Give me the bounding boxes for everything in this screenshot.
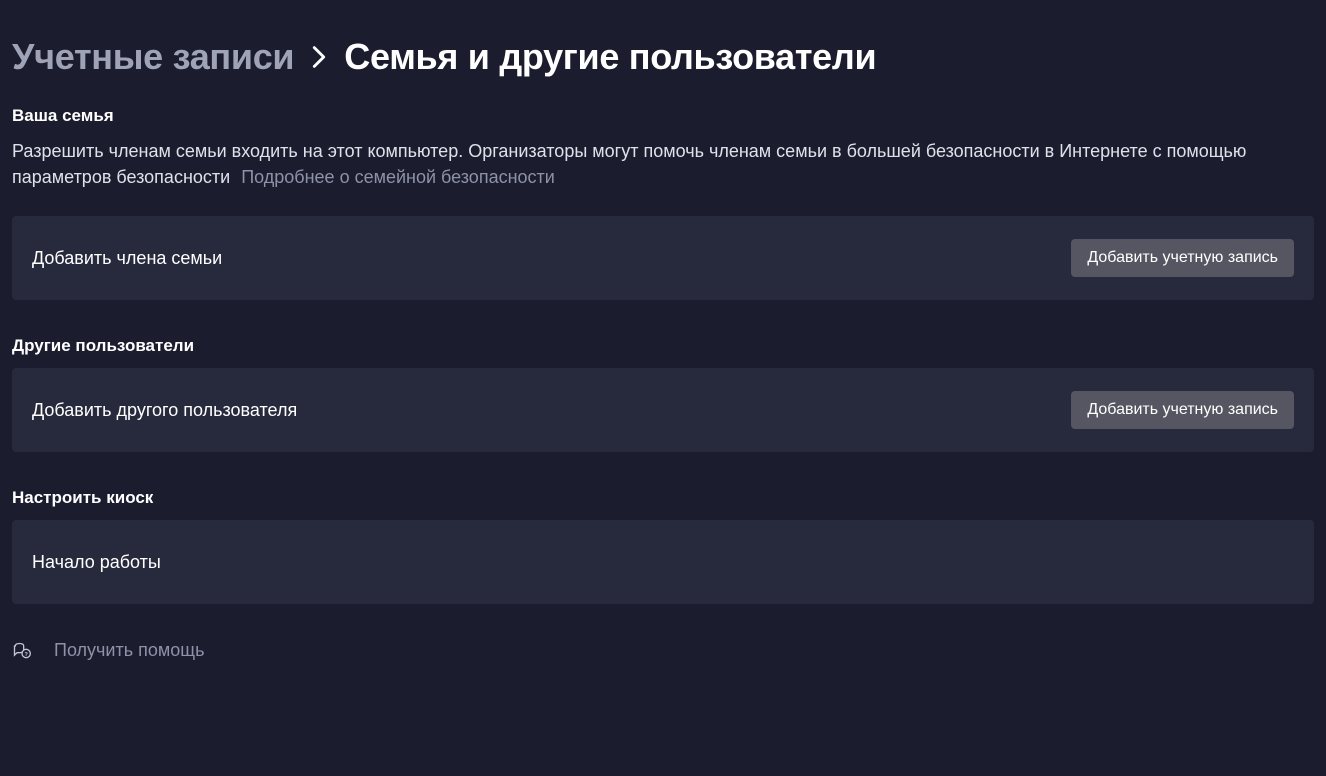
svg-text:?: ? — [24, 652, 28, 658]
card-add-other-user[interactable]: Добавить другого пользователя Добавить у… — [12, 368, 1314, 452]
page-title: Семья и другие пользователи — [344, 36, 876, 78]
card-label-kiosk: Начало работы — [32, 552, 161, 573]
section-family: Ваша семья Разрешить членам семьи входит… — [12, 106, 1314, 300]
section-heading-kiosk: Настроить киоск — [12, 488, 1314, 508]
breadcrumb-parent[interactable]: Учетные записи — [12, 36, 294, 78]
card-label-add-other: Добавить другого пользователя — [32, 400, 297, 421]
section-heading-other: Другие пользователи — [12, 336, 1314, 356]
section-kiosk: Настроить киоск Начало работы — [12, 488, 1314, 604]
add-family-account-button[interactable]: Добавить учетную запись — [1071, 239, 1294, 277]
section-heading-family: Ваша семья — [12, 106, 1314, 126]
family-safety-link[interactable]: Подробнее о семейной безопасности — [241, 167, 555, 187]
card-label-add-family: Добавить члена семьи — [32, 248, 222, 269]
card-add-family-member[interactable]: Добавить члена семьи Добавить учетную за… — [12, 216, 1314, 300]
chevron-right-icon — [312, 46, 326, 68]
section-desc-family: Разрешить членам семьи входить на этот к… — [12, 138, 1314, 190]
section-other-users: Другие пользователи Добавить другого пол… — [12, 336, 1314, 452]
help-icon: ? — [12, 641, 32, 661]
get-help-link[interactable]: Получить помощь — [54, 640, 204, 661]
add-other-account-button[interactable]: Добавить учетную запись — [1071, 391, 1294, 429]
family-description-text: Разрешить членам семьи входить на этот к… — [12, 141, 1246, 187]
card-kiosk-start[interactable]: Начало работы — [12, 520, 1314, 604]
breadcrumb: Учетные записи Семья и другие пользовате… — [12, 0, 1314, 106]
get-help-row[interactable]: ? Получить помощь — [12, 640, 1314, 661]
